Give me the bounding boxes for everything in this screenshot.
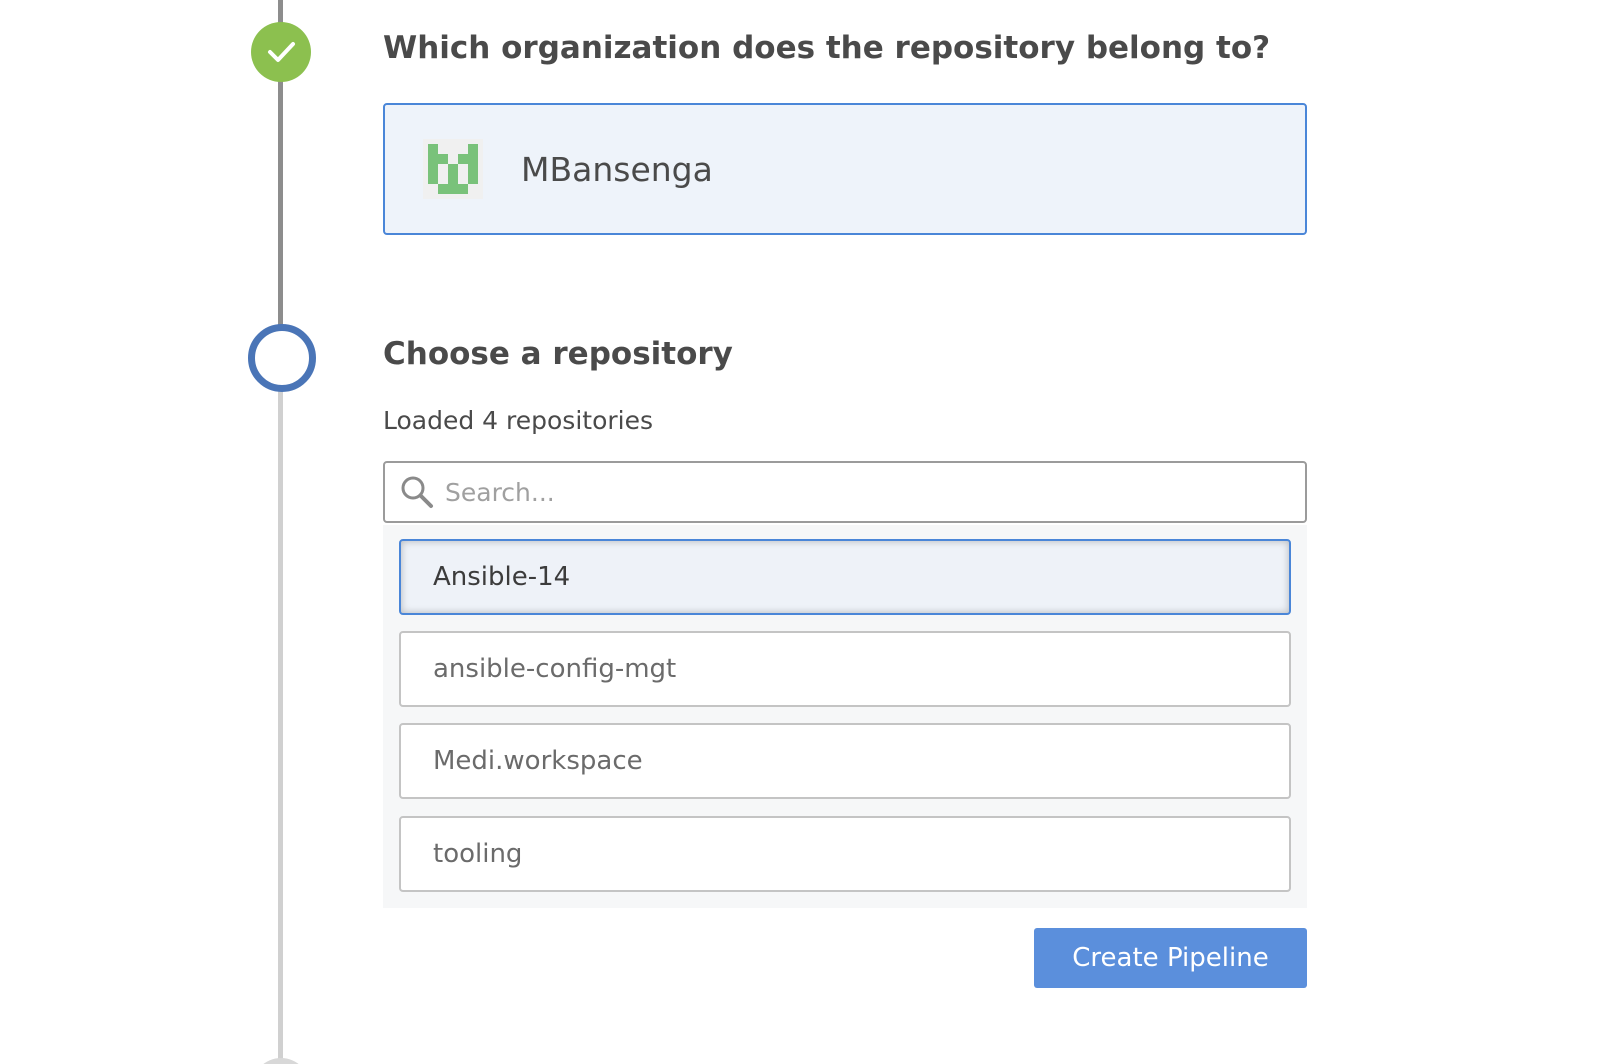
repository-count-text: Loaded 4 repositories <box>383 406 653 435</box>
organization-card-selected[interactable]: MBansenga <box>383 103 1307 235</box>
repository-item-ansible-config-mgt[interactable]: ansible-config-mgt <box>399 631 1291 707</box>
timeline-connector-pending <box>278 390 283 1064</box>
step-current-indicator <box>248 324 316 392</box>
create-pipeline-wizard: Which organization does the repository b… <box>0 0 1610 1064</box>
step-complete-indicator <box>251 22 311 82</box>
repository-item-tooling[interactable]: tooling <box>399 816 1291 892</box>
org-avatar <box>423 139 483 199</box>
step-heading-repository: Choose a repository <box>383 336 733 372</box>
repository-list: Ansible-14 ansible-config-mgt Medi.works… <box>383 525 1307 908</box>
step-pending-indicator <box>252 1058 310 1064</box>
search-icon <box>399 474 435 510</box>
repository-item-ansible-14[interactable]: Ansible-14 <box>399 539 1291 615</box>
step-heading-organization: Which organization does the repository b… <box>383 30 1271 66</box>
repository-item-medi-workspace[interactable]: Medi.workspace <box>399 723 1291 799</box>
create-pipeline-button[interactable]: Create Pipeline <box>1034 928 1307 988</box>
check-icon <box>268 42 295 62</box>
timeline-connector-complete <box>278 80 283 338</box>
repository-search-box[interactable] <box>383 461 1307 523</box>
organization-name: MBansenga <box>521 149 713 189</box>
repository-search-input[interactable] <box>443 476 1287 508</box>
